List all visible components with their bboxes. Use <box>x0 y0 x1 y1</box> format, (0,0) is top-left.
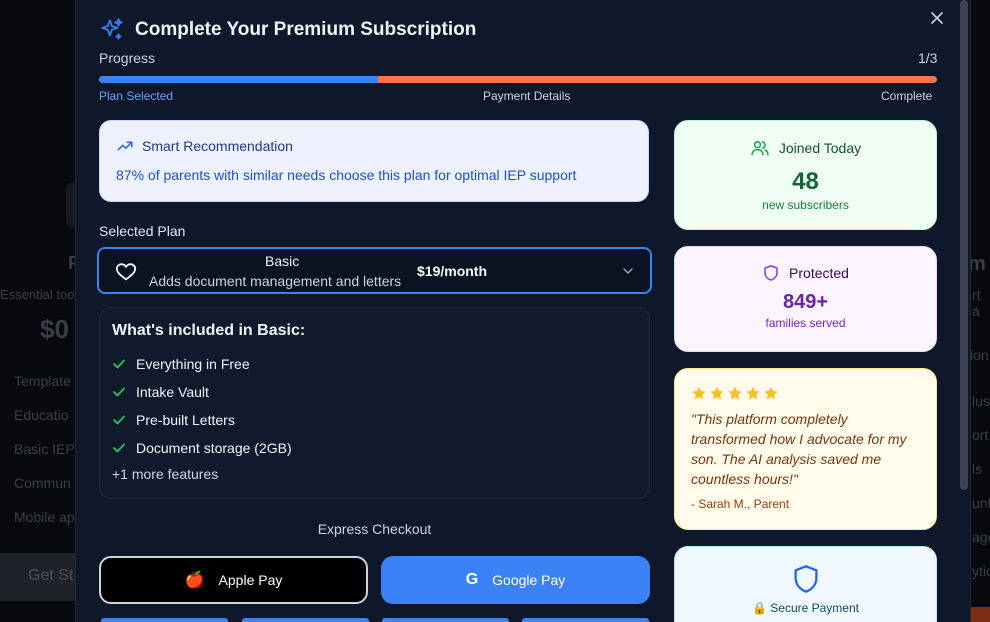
plan-select[interactable]: Basic Adds document management and lette… <box>97 247 652 294</box>
star-rating <box>691 385 920 401</box>
star-icon <box>728 386 742 400</box>
feature-label: Document storage (2GB) <box>136 440 292 456</box>
included-title: What's included in Basic: <box>112 322 306 339</box>
modal-header: Complete Your Premium Subscription <box>99 17 476 43</box>
background-text: ls <box>972 461 983 477</box>
star-icon <box>764 386 778 400</box>
check-icon <box>113 387 125 397</box>
payment-option-button[interactable] <box>522 618 649 622</box>
plan-price: $19/month <box>417 263 488 279</box>
families-subtitle: families served <box>765 316 846 330</box>
feature-label: Everything in Free <box>136 356 250 372</box>
modal-scrollbar[interactable] <box>960 0 968 490</box>
included-features-card: What's included in Basic: Everything in … <box>99 307 650 499</box>
secure-payment-card: 🔒 Secure Payment <box>674 546 937 622</box>
step-complete: Complete <box>881 89 933 103</box>
protected-card: Protected 849+ families served <box>674 246 937 352</box>
background-text: rt a <box>972 287 981 319</box>
google-pay-label: Google Pay <box>492 572 566 588</box>
star-icon <box>746 386 760 400</box>
testimonial-card: "This platform completely transformed ho… <box>674 368 937 530</box>
progress-label: Progress <box>99 50 156 66</box>
step-payment-details: Payment Details <box>483 89 571 103</box>
apple-pay-label: Apple Pay <box>218 572 283 588</box>
background-text: Basic IEP <box>14 441 75 457</box>
payment-option-button[interactable] <box>242 618 369 622</box>
joined-today-card: Joined Today 48 new subscribers <box>674 120 937 230</box>
background-text: ort <box>972 427 989 443</box>
feature-item: Intake Vault <box>112 378 637 406</box>
progress-bar <box>99 76 937 83</box>
chevron-down-icon <box>623 268 633 275</box>
check-icon <box>113 359 125 369</box>
background-text: ion <box>970 347 989 363</box>
payment-option-button[interactable] <box>382 618 509 622</box>
express-checkout-label: Express Checkout <box>317 521 432 537</box>
background-text: ytic <box>972 563 990 579</box>
payment-option-button[interactable] <box>101 618 228 622</box>
heart-icon <box>115 263 137 281</box>
joined-count: 48 <box>792 168 819 195</box>
shield-icon <box>793 565 818 593</box>
secure-payment-label: 🔒 Secure Payment <box>752 601 859 615</box>
background-price: $0 <box>40 314 69 344</box>
background-text: Mobile ap <box>14 509 75 525</box>
more-features-text: +1 more features <box>112 466 219 482</box>
background-text: age <box>972 529 990 545</box>
background-text: Essential too <box>0 287 75 302</box>
apple-icon: 🍎 <box>184 572 205 589</box>
check-icon <box>113 443 125 453</box>
feature-label: Intake Vault <box>136 384 209 400</box>
step-plan-selected: Plan Selected <box>99 89 174 103</box>
selected-plan-label: Selected Plan <box>99 223 186 239</box>
progress-count: 1/3 <box>918 50 938 66</box>
close-button[interactable] <box>929 10 945 26</box>
joined-heading: Joined Today <box>778 140 862 156</box>
feature-item: Pre-built Letters <box>112 406 637 434</box>
joined-subtitle: new subscribers <box>762 198 849 212</box>
background-text: Educatio <box>14 407 69 423</box>
protected-heading: Protected <box>789 265 849 281</box>
plan-description: Adds document management and letters <box>149 273 402 289</box>
feature-label: Pre-built Letters <box>136 412 235 428</box>
users-icon <box>751 141 769 156</box>
recommendation-heading: Smart Recommendation <box>142 138 293 154</box>
background-text: Commun <box>14 475 71 491</box>
modal-title: Complete Your Premium Subscription <box>135 19 477 40</box>
recommendation-text: 87% of parents with similar needs choose… <box>116 167 577 183</box>
background-text: unt <box>972 495 990 511</box>
trending-up-icon <box>117 141 133 151</box>
testimonial-author: - Sarah M., Parent <box>691 497 790 511</box>
families-count: 849+ <box>782 291 829 313</box>
smart-recommendation-card: Smart Recommendation 87% of parents with… <box>99 120 649 202</box>
background-text: Template <box>14 373 71 389</box>
background-text: lus <box>972 393 990 409</box>
feature-item: Document storage (2GB) <box>112 434 637 462</box>
plan-name: Basic <box>265 253 300 269</box>
check-icon <box>113 415 125 425</box>
star-icon <box>710 386 724 400</box>
google-pay-button[interactable]: G Google Pay <box>381 556 650 604</box>
testimonial-quote: "This platform completely transformed ho… <box>691 411 907 487</box>
google-icon: G <box>465 571 479 588</box>
close-icon <box>931 12 943 24</box>
star-icon <box>692 386 706 400</box>
feature-item: Everything in Free <box>112 350 637 378</box>
progress-bar-fill <box>99 76 379 83</box>
shield-icon <box>764 265 778 281</box>
apple-pay-button[interactable]: 🍎 Apple Pay <box>99 556 368 604</box>
sparkles-icon <box>101 18 123 40</box>
